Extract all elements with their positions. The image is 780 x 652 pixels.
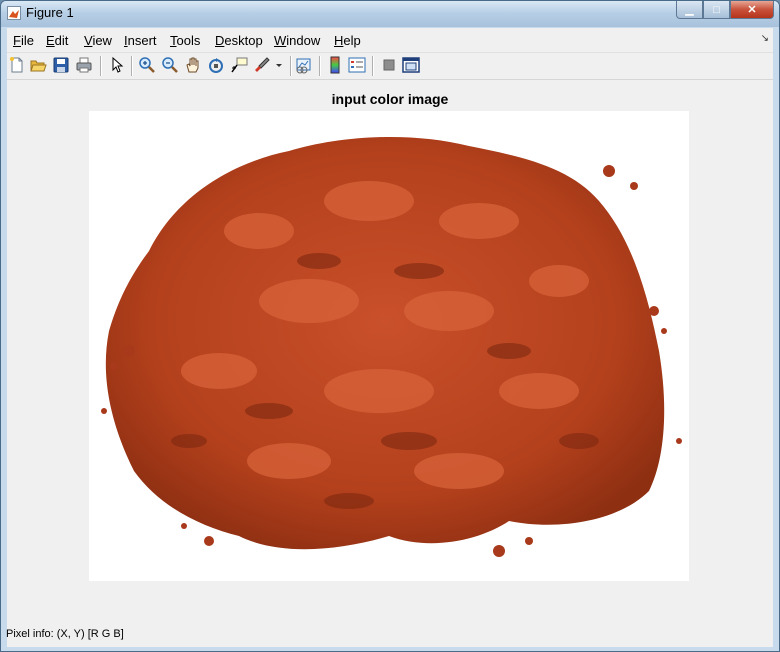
pan-hand-icon[interactable] <box>184 56 202 74</box>
new-figure-icon[interactable] <box>8 56 26 74</box>
figure-window: Figure 1 ▁ □ ✕ File Edit View Insert Too… <box>0 0 780 652</box>
save-icon[interactable] <box>52 56 70 74</box>
figure-toolbar <box>7 53 773 80</box>
maximize-button[interactable]: □ <box>703 1 730 19</box>
edit-plot-arrow-icon[interactable] <box>108 56 126 74</box>
menu-bar: File Edit View Insert Tools Desktop Wind… <box>7 28 773 53</box>
matlab-logo-icon <box>7 6 21 20</box>
hide-plot-tools-icon[interactable] <box>380 56 398 74</box>
print-icon[interactable] <box>75 56 93 74</box>
figure-canvas[interactable]: input color image Pixel info: (X, Y) [R … <box>6 80 773 647</box>
pixel-info-label: Pixel info: (X, Y) [R G B] <box>6 628 124 640</box>
image-axes[interactable] <box>89 111 689 581</box>
toolbar-separator <box>131 56 133 76</box>
minimize-button[interactable]: ▁ <box>676 1 703 19</box>
menu-window[interactable]: Window <box>274 33 320 48</box>
menu-insert[interactable]: Insert <box>124 33 157 48</box>
brush-icon[interactable] <box>253 56 271 74</box>
close-icon: ✕ <box>747 4 757 16</box>
show-plot-tools-icon[interactable] <box>402 56 420 74</box>
minimize-icon: ▁ <box>685 4 694 16</box>
title-bar[interactable]: Figure 1 ▁ □ ✕ <box>1 1 779 27</box>
menu-view[interactable]: View <box>84 33 112 48</box>
toolbar-separator <box>100 56 102 76</box>
zoom-in-icon[interactable] <box>138 56 156 74</box>
menu-file[interactable]: File <box>13 33 34 48</box>
menu-edit[interactable]: Edit <box>46 33 68 48</box>
window-title: Figure 1 <box>26 5 74 20</box>
menu-help[interactable]: Help <box>334 33 361 48</box>
link-plot-icon[interactable] <box>295 56 313 74</box>
insert-legend-icon[interactable] <box>348 56 366 74</box>
zoom-out-icon[interactable] <box>161 56 179 74</box>
toolbar-separator <box>372 56 374 76</box>
axes-title: input color image <box>331 91 449 107</box>
figure-client-area: File Edit View Insert Tools Desktop Wind… <box>6 28 773 647</box>
insert-colorbar-icon[interactable] <box>326 56 344 74</box>
menu-desktop[interactable]: Desktop <box>215 33 263 48</box>
toolbar-separator <box>319 56 321 76</box>
maximize-icon: □ <box>713 3 720 16</box>
toolbar-separator <box>290 56 292 76</box>
menu-tools[interactable]: Tools <box>170 33 200 48</box>
rotate-3d-icon[interactable] <box>207 56 225 74</box>
open-file-icon[interactable] <box>29 56 47 74</box>
chili-powder-image <box>89 111 689 581</box>
dock-figure-icon[interactable]: ↘ <box>761 33 769 44</box>
data-cursor-icon[interactable] <box>230 56 248 74</box>
close-button[interactable]: ✕ <box>730 1 774 19</box>
brush-dropdown-icon[interactable] <box>274 56 284 74</box>
